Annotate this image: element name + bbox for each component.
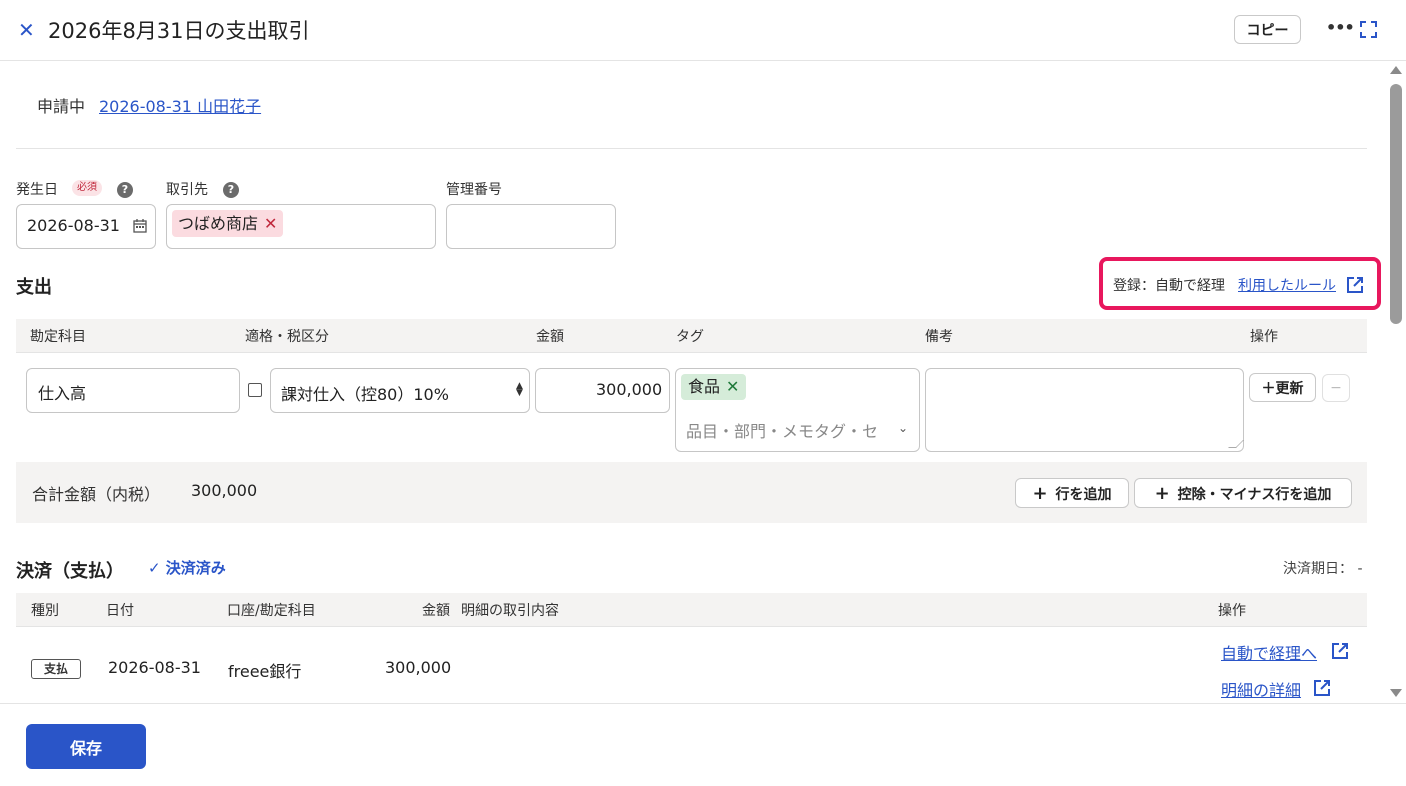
required-badge: 必須 bbox=[72, 180, 102, 196]
header-date: 日付 bbox=[106, 603, 134, 619]
payment-amount: 300,000 bbox=[385, 658, 452, 677]
header-note: 備考 bbox=[925, 329, 953, 345]
header-account: 勘定科目 bbox=[30, 329, 86, 345]
copy-button[interactable]: コピー bbox=[1234, 15, 1301, 44]
plus-icon: + bbox=[1032, 482, 1048, 504]
tax-select-value: 課対仕入（控80）10% bbox=[281, 385, 449, 404]
status-label: 申請中 bbox=[37, 97, 86, 116]
header-detail: 明細の取引内容 bbox=[461, 603, 559, 619]
dialog-header: ✕ 2026年8月31日の支出取引 コピー ••• bbox=[0, 0, 1406, 61]
total-label: 合計金額（内税） bbox=[32, 485, 161, 504]
tag-chip: 食品 ✕ bbox=[681, 374, 747, 400]
settled-status: ✓ 決済済み bbox=[148, 557, 226, 578]
expand-icon[interactable] bbox=[1360, 21, 1377, 38]
calendar-icon[interactable] bbox=[133, 218, 147, 233]
dialog-footer bbox=[0, 703, 1406, 786]
qualified-checkbox[interactable] bbox=[248, 383, 262, 397]
more-options-icon[interactable]: ••• bbox=[1326, 18, 1355, 37]
remove-row-button[interactable]: − bbox=[1322, 374, 1350, 402]
auto-accounting-link[interactable]: 自動で経理へ bbox=[1221, 640, 1317, 664]
date-help-icon[interactable]: ? bbox=[117, 182, 133, 198]
add-deduct-label: 控除・マイナス行を追加 bbox=[1177, 486, 1332, 503]
header-pay-account: 口座/勘定科目 bbox=[227, 603, 316, 619]
header-action: 操作 bbox=[1250, 329, 1278, 345]
add-deduct-row-button[interactable]: + 控除・マイナス行を追加 bbox=[1134, 478, 1352, 508]
amount-value: 300,000 bbox=[596, 380, 663, 399]
save-button[interactable]: 保存 bbox=[26, 724, 146, 769]
page-title: 2026年8月31日の支出取引 bbox=[48, 19, 310, 43]
partner-label: 取引先 bbox=[166, 182, 208, 198]
external-link-icon[interactable] bbox=[1346, 276, 1364, 294]
transaction-dialog: ✕ 2026年8月31日の支出取引 コピー ••• 申請中 2026-08-31… bbox=[0, 0, 1406, 786]
select-arrows-icon: ▲ ▼ bbox=[516, 381, 523, 398]
partner-tag: つばめ商店 ✕ bbox=[172, 210, 284, 237]
payment-section-title: 決済（支払） bbox=[16, 561, 124, 582]
external-link-icon[interactable] bbox=[1313, 679, 1331, 697]
external-link-icon[interactable] bbox=[1331, 642, 1349, 660]
chevron-down-icon[interactable]: ⌄ bbox=[898, 421, 908, 435]
partner-tag-label: つばめ商店 bbox=[178, 214, 259, 233]
add-row-label: 行を追加 bbox=[1055, 486, 1112, 503]
tag-chip-label: 食品 bbox=[688, 377, 721, 396]
note-textarea[interactable] bbox=[925, 368, 1244, 452]
close-icon[interactable]: ✕ bbox=[18, 19, 36, 41]
payment-table-header bbox=[16, 593, 1367, 627]
payment-type-badge: 支払 bbox=[31, 659, 81, 679]
header-pay-amount: 金額 bbox=[422, 603, 450, 619]
application-link[interactable]: 2026-08-31 山田花子 bbox=[99, 93, 261, 117]
settled-label: 決済済み bbox=[165, 559, 226, 577]
date-value: 2026-08-31 bbox=[27, 216, 120, 235]
total-value: 300,000 bbox=[191, 481, 258, 500]
add-row-button[interactable]: + 行を追加 bbox=[1015, 478, 1129, 508]
plus-icon: + bbox=[1154, 482, 1170, 504]
scrollbar-thumb[interactable] bbox=[1390, 84, 1402, 324]
used-rule-link[interactable]: 利用したルール bbox=[1238, 275, 1336, 295]
tag-placeholder: 品目・部門・メモタグ・セ bbox=[686, 422, 879, 441]
date-label: 発生日 bbox=[16, 182, 58, 198]
mgmt-number-label: 管理番号 bbox=[446, 182, 502, 198]
update-button[interactable]: ＋更新 bbox=[1249, 373, 1316, 402]
partner-help-icon[interactable]: ? bbox=[223, 182, 239, 198]
header-tag: タグ bbox=[676, 329, 704, 345]
payment-date: 2026-08-31 bbox=[108, 658, 201, 677]
registration-text: 登録：自動で経理 bbox=[1113, 278, 1225, 294]
account-value: 仕入高 bbox=[38, 384, 87, 403]
remove-tag-icon[interactable]: ✕ bbox=[726, 377, 739, 396]
header-pay-action: 操作 bbox=[1218, 603, 1246, 619]
scroll-up-arrow-icon[interactable] bbox=[1390, 66, 1402, 74]
header-type: 種別 bbox=[31, 603, 59, 619]
remove-partner-icon[interactable]: ✕ bbox=[264, 214, 277, 233]
expense-section-title: 支出 bbox=[16, 277, 52, 298]
payment-account: freee銀行 bbox=[228, 662, 302, 681]
divider bbox=[16, 148, 1367, 149]
header-amount: 金額 bbox=[536, 329, 564, 345]
header-tax: 適格・税区分 bbox=[245, 329, 329, 345]
scroll-down-arrow-icon[interactable] bbox=[1390, 689, 1402, 697]
due-date: 決済期日： - bbox=[1283, 561, 1363, 577]
statement-detail-link[interactable]: 明細の詳細 bbox=[1221, 677, 1301, 701]
check-icon: ✓ bbox=[148, 559, 166, 577]
mgmt-number-input[interactable] bbox=[446, 204, 616, 249]
